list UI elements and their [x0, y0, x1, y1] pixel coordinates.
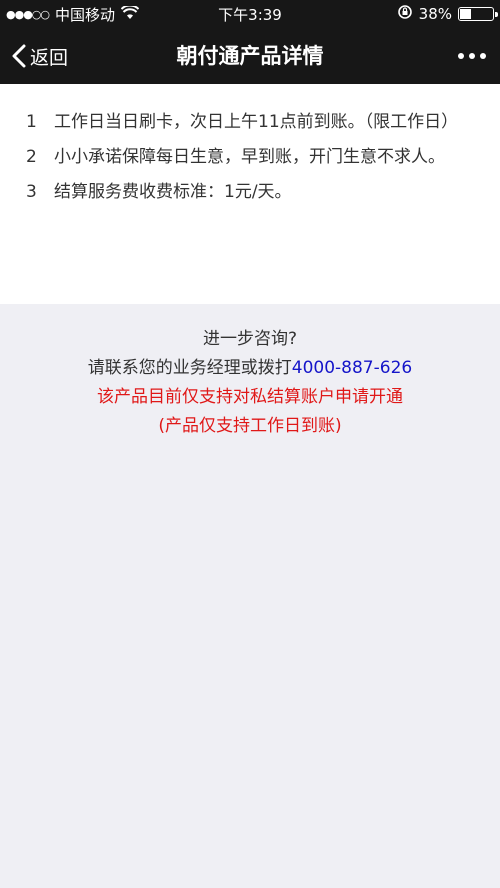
detail-number: 1 — [26, 112, 37, 132]
detail-item: 2 小小承诺保障每日生意，早到账，开门生意不求人。 — [26, 143, 472, 172]
chevron-left-icon — [12, 44, 26, 68]
contact-prompt: 请联系您的业务经理或拨打 — [87, 358, 292, 378]
more-dot-icon — [458, 53, 464, 59]
status-bar: ●●●○○ 中国移动 下午3:39 38% — [0, 0, 500, 28]
detail-text: 结算服务费收费标准：1元/天。 — [54, 182, 292, 202]
rotation-lock-icon — [397, 4, 413, 24]
battery-icon — [458, 7, 498, 21]
detail-item: 1 工作日当日刷卡，次日上午11点前到账。（限工作日） — [26, 108, 472, 137]
detail-text: 工作日当日刷卡，次日上午11点前到账。（限工作日） — [54, 112, 459, 132]
contact-line: 请联系您的业务经理或拨打4000-887-626 — [0, 354, 500, 383]
contact-question: 进一步咨询? — [202, 329, 298, 349]
detail-number: 3 — [26, 182, 37, 202]
more-dot-icon — [480, 53, 486, 59]
detail-text: 小小承诺保障每日生意，早到账，开门生意不求人。 — [54, 147, 445, 167]
status-right: 38% — [397, 4, 498, 24]
detail-number: 2 — [26, 147, 37, 167]
product-details: 1 工作日当日刷卡，次日上午11点前到账。（限工作日） 2 小小承诺保障每日生意… — [0, 84, 500, 304]
back-label: 返回 — [30, 46, 69, 69]
back-button[interactable]: 返回 — [12, 28, 68, 84]
detail-item: 3 结算服务费收费标准：1元/天。 — [26, 178, 472, 207]
contact-section: 进一步咨询? 请联系您的业务经理或拨打4000-887-626 该产品目前仅支持… — [0, 325, 500, 441]
workday-notice: (产品仅支持工作日到账) — [158, 416, 342, 436]
navigation-bar: 返回 朝付通产品详情 — [0, 28, 500, 84]
page-title: 朝付通产品详情 — [176, 44, 324, 68]
more-dot-icon — [469, 53, 475, 59]
phone-link[interactable]: 4000-887-626 — [292, 358, 412, 378]
more-options-button[interactable] — [458, 28, 486, 84]
battery-percent: 38% — [418, 5, 452, 23]
account-notice: 该产品目前仅支持对私结算账户申请开通 — [97, 387, 403, 407]
